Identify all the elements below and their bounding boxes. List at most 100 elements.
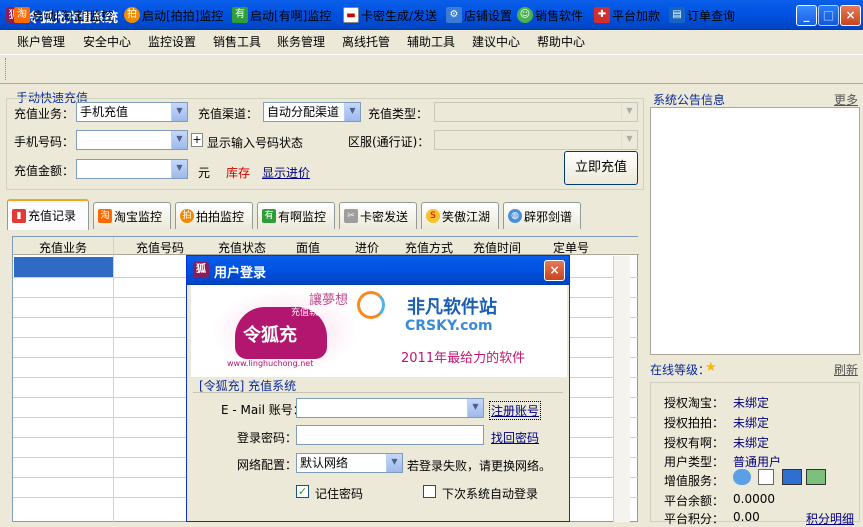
store-settings-button[interactable]: ⚙ 店铺设置 (446, 6, 512, 24)
start-youa-monitor-button[interactable]: 有启动[有啊]监控 (232, 6, 331, 24)
menu-account[interactable]: 账户管理 (17, 33, 65, 50)
divider (193, 392, 563, 393)
chat-icon[interactable] (733, 469, 751, 485)
taobao-icon: 淘 (14, 7, 30, 23)
start-taobao-monitor-button[interactable]: 淘启动[淘宝]监控 (14, 6, 113, 24)
star-icon: ★ (705, 360, 717, 375)
close-button[interactable]: × (840, 5, 861, 26)
card-code-button[interactable]: ▬ 卡密生成/发送 (343, 6, 437, 24)
tab-paipai[interactable]: 拍拍拍监控 (175, 202, 253, 229)
users-icon: ☺ (517, 7, 533, 23)
channel-select[interactable]: 自动分配渠道 ▼ (263, 102, 361, 122)
toolbar-grip[interactable] (5, 58, 8, 80)
col-number[interactable]: 充值号码 (113, 239, 207, 256)
network-label: 网络配置： (237, 458, 298, 472)
gift-icon: ✚ (594, 7, 610, 23)
platform-deposit-button[interactable]: ✚ 平台加款 (594, 6, 660, 24)
menu-finance[interactable]: 账务管理 (277, 33, 325, 50)
expand-toggle[interactable]: + (191, 133, 203, 147)
app-icon: 狐 (193, 262, 209, 278)
order-query-button[interactable]: ▤ 订单查询 (669, 6, 735, 24)
network-select[interactable]: 默认网络 ▼ (296, 453, 403, 473)
col-status[interactable]: 充值状态 (207, 239, 277, 256)
tab-card-send[interactable]: ✂ 卡密发送 (339, 202, 417, 229)
chevron-down-icon: ▼ (344, 103, 360, 121)
tab-xiaoao[interactable]: S 笑傲江湖 (421, 202, 499, 229)
auth-taobao-value: 未绑定 (733, 396, 770, 410)
start-paipai-monitor-button[interactable]: 拍启动[拍拍]监控 (124, 6, 223, 24)
col-time[interactable]: 充值时间 (463, 239, 531, 256)
paipai-icon: 拍 (124, 7, 140, 23)
register-link[interactable]: 注册账号 (489, 401, 542, 420)
col-business[interactable]: 充值业务 (13, 239, 113, 256)
region-select[interactable]: ▼ (434, 130, 638, 150)
password-field[interactable] (296, 425, 484, 445)
col-method[interactable]: 充值方式 (395, 239, 463, 256)
bar-chart-icon: ▮ (12, 208, 26, 223)
monitor-icon[interactable] (782, 469, 802, 485)
phone-input[interactable]: ▼ (76, 130, 188, 150)
login-close-button[interactable]: × (544, 260, 565, 281)
recharge-now-button[interactable]: 立即充值 (564, 151, 638, 185)
show-price-link[interactable]: 显示进价 (262, 164, 310, 181)
remember-label: 记住密码 (315, 487, 364, 501)
tools-icon: ✂ (344, 209, 358, 223)
auth-paipai-value: 未绑定 (733, 416, 770, 430)
remember-checkbox[interactable]: ✓ (296, 485, 309, 498)
tab-records[interactable]: ▮ 充值记录 (7, 199, 89, 230)
user-type-value: 普通用户 (733, 455, 782, 469)
col-order-no[interactable]: 定单号 (531, 239, 611, 256)
tab-taobao[interactable]: 淘淘宝监控 (93, 202, 171, 229)
minimize-button[interactable]: _ (796, 5, 817, 26)
grid-scrollbar[interactable] (613, 256, 630, 522)
type-select[interactable]: ▼ (434, 102, 638, 122)
points-detail-link[interactable]: 积分明细 (806, 510, 854, 527)
menu-monitor[interactable]: 监控设置 (148, 33, 196, 50)
menu-security[interactable]: 安全中心 (83, 33, 131, 50)
menu-suggest[interactable]: 建议中心 (472, 33, 520, 50)
email-field[interactable]: ▼ (296, 398, 484, 418)
more-link[interactable]: 更多 (834, 91, 858, 108)
menu-sales-tools[interactable]: 销售工具 (213, 33, 261, 50)
amount-select[interactable]: ▼ (76, 159, 188, 179)
banner-url: www.linghuchong.net (227, 359, 314, 368)
toolbar (0, 54, 863, 84)
business-label: 充值业务： (14, 107, 75, 121)
tab-youa[interactable]: 有有啊监控 (257, 202, 335, 229)
tab-strip: ▮ 充值记录 淘淘宝监控 拍拍拍监控 有有啊监控 ✂ 卡密发送 S 笑傲江湖 ◍ 辟邪剑… (4, 199, 644, 231)
refresh-link[interactable]: 刷新 (834, 361, 858, 378)
stock-label: 库存 (226, 166, 251, 180)
youa-icon: 有 (232, 7, 248, 23)
menu-aux-tools[interactable]: 辅助工具 (407, 33, 455, 50)
grid-header: 充值业务 充值号码 充值状态 面值 进价 充值方式 充值时间 定单号 (13, 237, 639, 255)
amount-label: 充值金额： (14, 164, 75, 178)
auto-login-checkbox[interactable] (423, 485, 436, 498)
chevron-down-icon: ▼ (171, 103, 187, 121)
menu-bar: 账户管理 安全中心 监控设置 销售工具 账务管理 离线托管 辅助工具 建议中心 … (0, 30, 863, 50)
menu-offline[interactable]: 离线托管 (342, 33, 390, 50)
tab-bixie[interactable]: ◍ 辟邪剑谱 (503, 202, 581, 229)
network-icon[interactable] (806, 469, 826, 485)
channel-label: 充值渠道： (198, 107, 259, 121)
sale-icon: S (426, 209, 440, 223)
maximize-button[interactable]: □ (818, 5, 839, 26)
notice-box (650, 107, 860, 355)
document-icon[interactable] (758, 469, 774, 485)
chevron-down-icon: ▼ (171, 160, 187, 178)
find-password-link[interactable]: 找回密码 (491, 429, 539, 446)
menu-help[interactable]: 帮助中心 (537, 33, 585, 50)
sell-software-button[interactable]: ☺ 销售软件 (517, 6, 583, 24)
login-dialog-titlebar[interactable]: 狐 用户登录 × (187, 256, 569, 285)
phone-label: 手机号码： (14, 135, 75, 149)
user-type-label: 用户类型： (664, 455, 725, 469)
chevron-down-icon: ▼ (171, 131, 187, 149)
balance-label: 平台余额： (664, 494, 725, 508)
banner-brand: 令狐充 (243, 325, 297, 346)
col-facevalue[interactable]: 面值 (277, 239, 339, 256)
chevron-down-icon: ▼ (621, 131, 637, 149)
auth-taobao-label: 授权淘宝： (664, 396, 725, 410)
selected-cell[interactable] (14, 257, 113, 277)
level-label: 在线等级： (650, 363, 711, 377)
col-cost[interactable]: 进价 (339, 239, 395, 256)
business-select[interactable]: 手机充值 ▼ (76, 102, 188, 122)
